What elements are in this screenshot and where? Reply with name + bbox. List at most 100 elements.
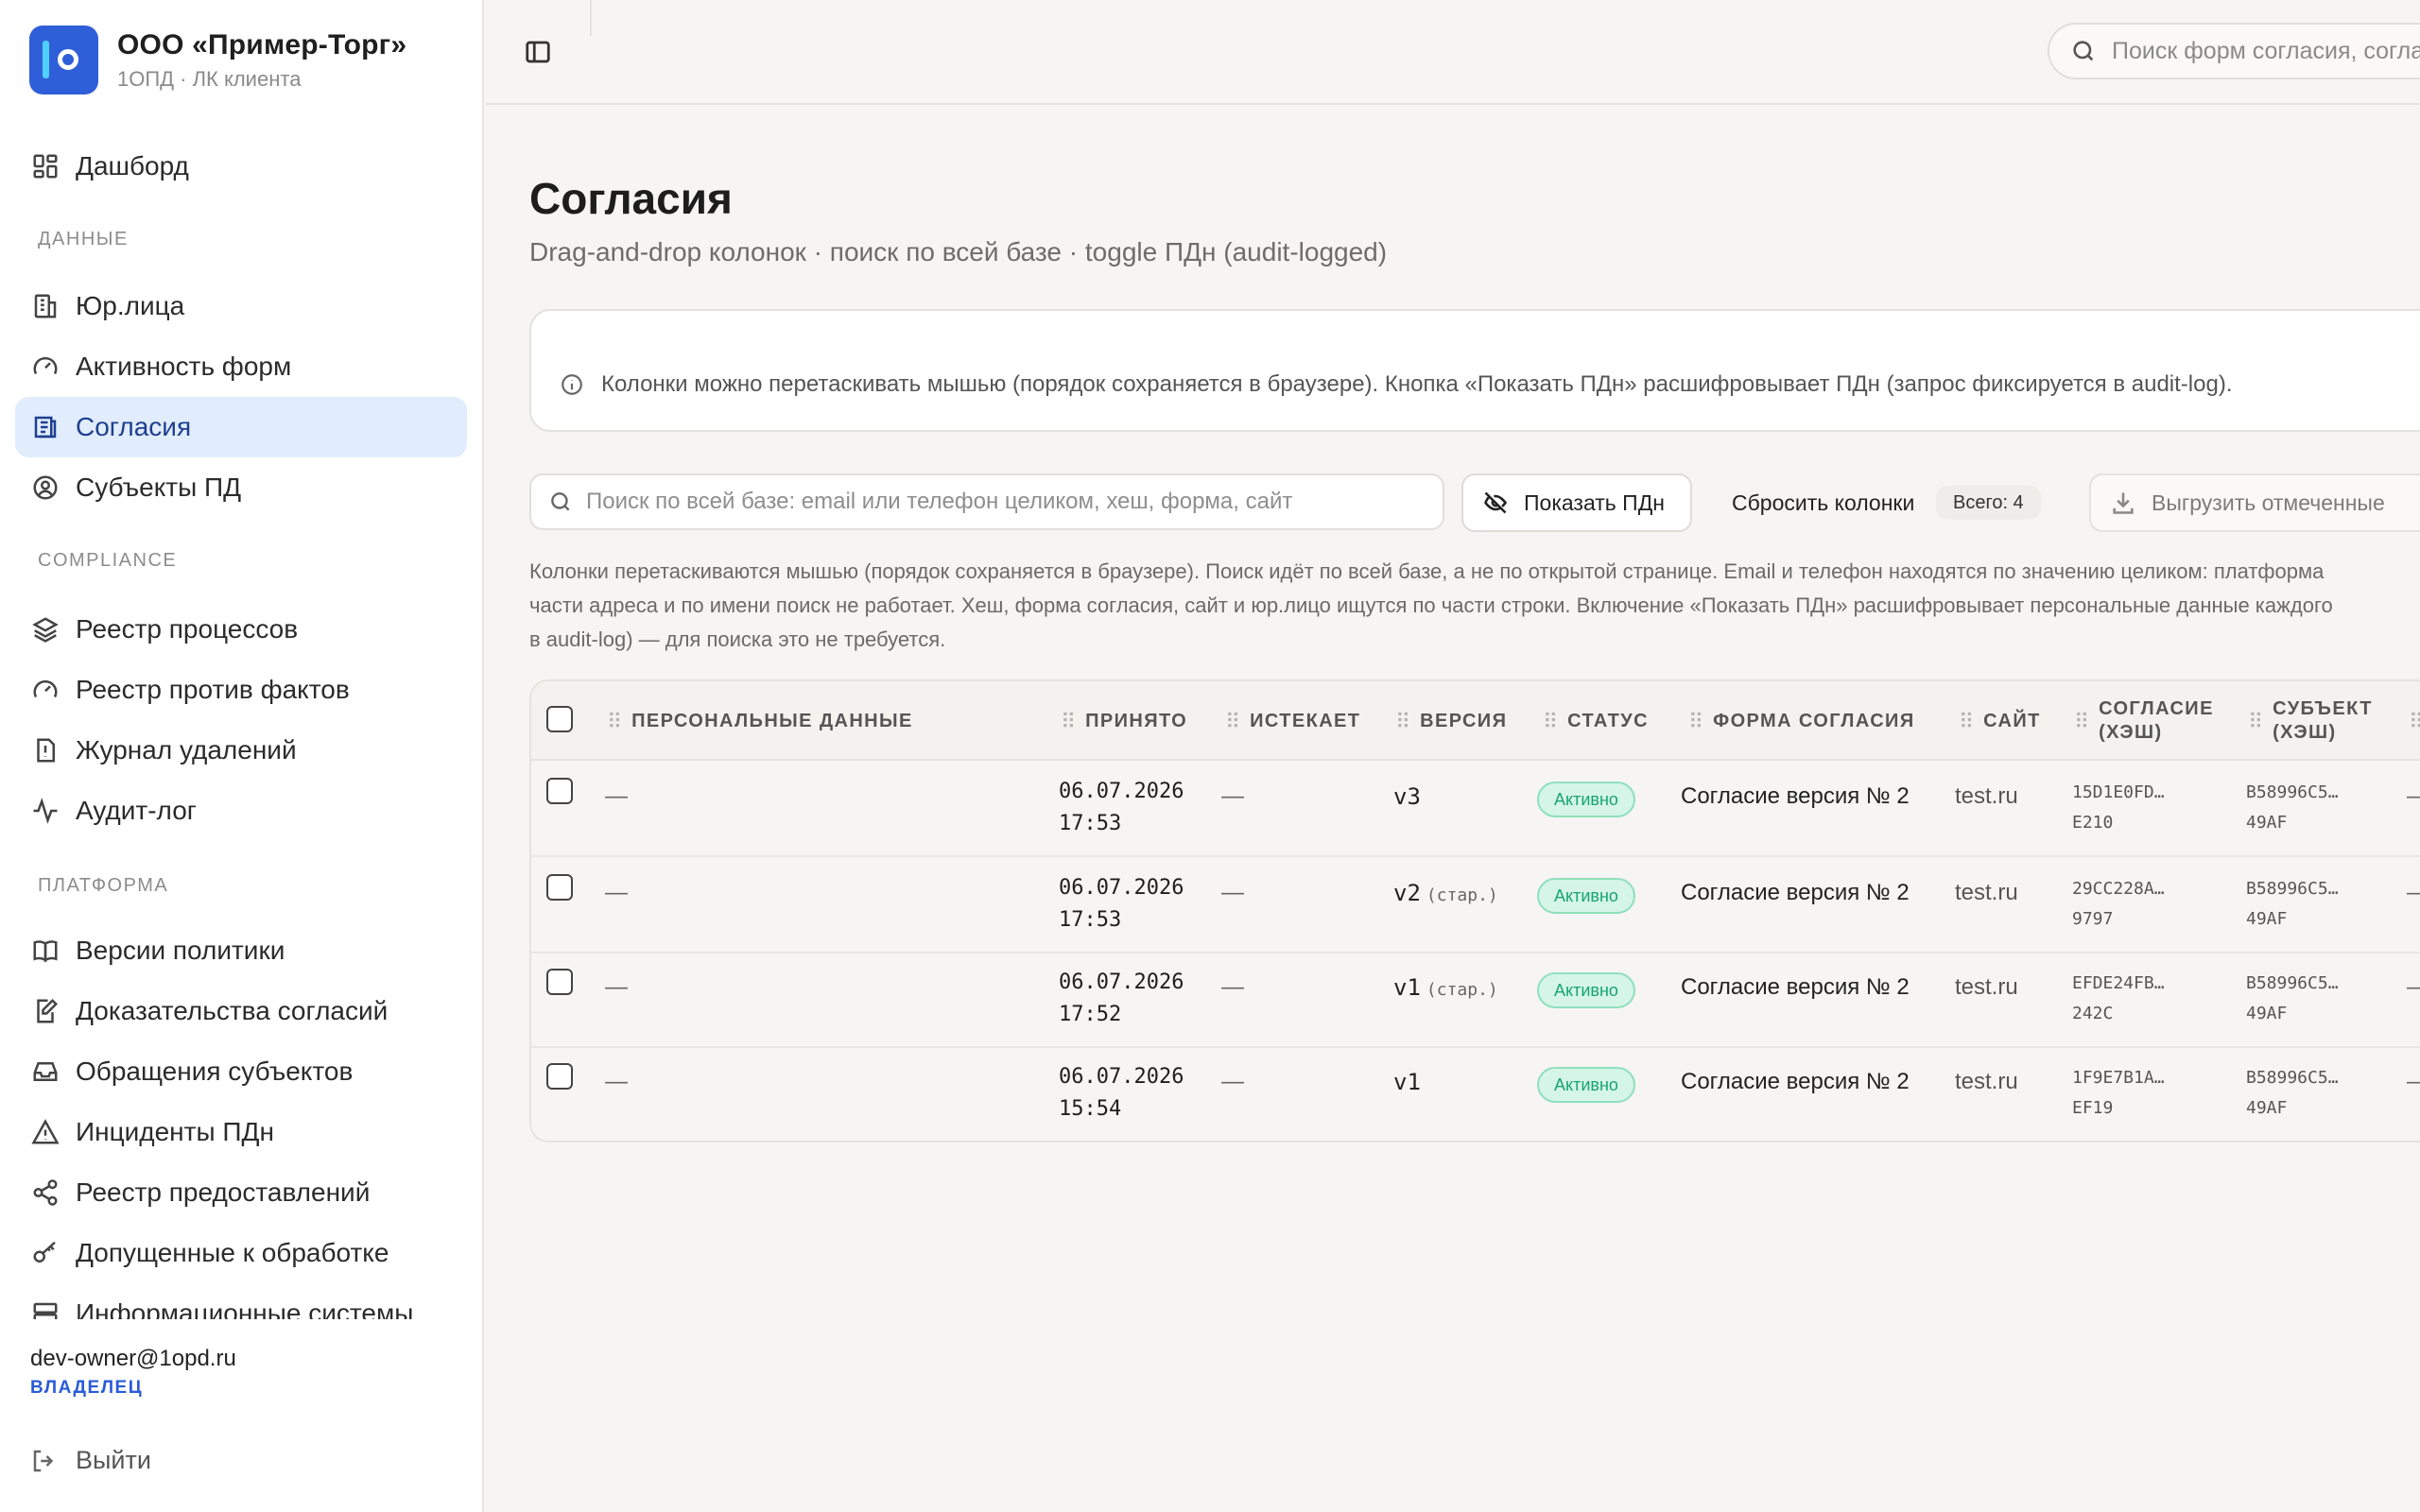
sidebar-toggle-button[interactable] [524,38,554,68]
sidebar-item-dashboard[interactable]: Дашборд [15,136,467,197]
sidebar-item-legal-entities[interactable]: Юр.лица [15,276,467,336]
cell-consent-hash-line2: 242C [2072,1004,2114,1023]
building-icon [30,291,60,321]
cell-extra: — [2407,783,2420,810]
drag-handle-icon[interactable]: ⠿ [1395,710,1410,733]
drag-handle-icon[interactable]: ⠿ [1225,710,1240,733]
column-header-form[interactable]: ⠿ ФОРМА СОГЛАСИЯ [1688,681,1915,761]
topbar [486,0,2420,105]
sidebar-item-pd-subjects[interactable]: Субъекты ПД [15,457,467,518]
sidebar: ООО «Пример-Торг» 1ОПД · ЛК клиента Дашб… [0,0,484,1512]
download-icon [2113,492,2134,514]
drag-handle-icon[interactable]: ⠿ [1688,710,1703,733]
warning-icon [30,1117,60,1147]
cell-consent-hash-line1: EFDE24FB… [2072,973,2165,993]
cell-accepted-time: 17:53 [1059,908,1122,932]
status-badge: Активно [1537,1067,1635,1103]
cell-accepted: 06.07.2026 17:53 [1059,776,1184,840]
table-row[interactable]: — 06.07.2026 17:52 — v1 (стар.) Активно С… [531,954,2420,1048]
sidebar-item-registry-vs-facts[interactable]: Реестр против фактов [15,660,467,720]
column-header-subject-hash[interactable]: ⠿ СУБЪЕКТ (ХЭШ) [2248,681,2373,761]
global-search[interactable] [2048,23,2420,79]
user-circle-icon [30,472,60,503]
cell-accepted: 06.07.2026 17:53 [1059,872,1184,936]
drag-handle-icon[interactable]: ⠿ [2248,710,2263,733]
column-header-label: СОГЛАСИЕ (ХЭШ) [2099,697,2214,745]
cell-form: Согласие версия № 2 [1681,974,1910,1000]
sidebar-item-pd-incidents[interactable]: Инциденты ПДн [15,1102,467,1162]
consents-table: ⠿ ПЕРСОНАЛЬНЫЕ ДАННЫЕ ⠿ ПРИНЯТО ⠿ ИСТЕКА… [529,679,2420,1143]
file-edit-icon [30,996,60,1026]
cell-version: v1 [1393,1069,1426,1095]
cell-consent-hash: EFDE24FB… 242C [2072,969,2165,1029]
table-search[interactable] [529,473,1444,530]
column-header-site[interactable]: ⠿ САЙТ [1959,681,2041,761]
column-header-label-line2: (ХЭШ) [2099,722,2163,743]
column-header-more[interactable]: ⠿ [2409,681,2420,761]
cell-accepted: 06.07.2026 17:52 [1059,967,1184,1031]
cell-accepted-time: 17:53 [1059,812,1122,835]
info-text: Колонки можно перетаскивать мышью (поряд… [601,371,2233,397]
cell-consent-hash-line2: EF19 [2072,1098,2114,1118]
book-icon [30,936,60,966]
search-icon [2073,41,2094,61]
cell-expires: — [1221,783,1244,809]
column-header-expires[interactable]: ⠿ ИСТЕКАЕТ [1225,681,1360,761]
table-row[interactable]: — 06.07.2026 17:53 — v2 (стар.) Активно С… [531,859,2420,954]
status-badge: Активно [1537,782,1635,817]
server-icon [30,1298,60,1319]
cell-site: test.ru [1955,974,2018,1000]
column-header-accepted[interactable]: ⠿ ПРИНЯТО [1061,681,1187,761]
sidebar-item-consents[interactable]: Согласия [15,397,467,457]
cell-version: v3 [1393,783,1426,810]
reset-columns-button[interactable]: Сбросить колонки [1722,473,1921,532]
drag-handle-icon[interactable]: ⠿ [1959,710,1974,733]
drag-handle-icon[interactable]: ⠿ [2074,710,2089,733]
drag-handle-icon[interactable]: ⠿ [1061,710,1076,733]
cell-consent-hash: 29CC228A… 9797 [2072,874,2165,935]
sidebar-item-consent-evidence[interactable]: Доказательства согласий [15,981,467,1041]
row-checkbox[interactable] [546,969,573,995]
sidebar-item-policy-versions[interactable]: Версии политики [15,920,467,981]
sidebar-item-deletion-log[interactable]: Журнал удалений [15,720,467,781]
sidebar-item-subject-requests[interactable]: Обращения субъектов [15,1041,467,1102]
sidebar-item-information-systems[interactable]: Информационные системы [15,1283,467,1319]
status-badge: Активно [1537,972,1635,1008]
global-search-input[interactable] [2112,37,2420,65]
show-pd-button[interactable]: Показать ПДн [1461,473,1692,532]
column-header-pd[interactable]: ⠿ ПЕРСОНАЛЬНЫЕ ДАННЫЕ [607,681,913,761]
logout-button[interactable]: Выйти [30,1446,151,1475]
column-header-status[interactable]: ⠿ СТАТУС [1543,681,1649,761]
sidebar-item-process-registry[interactable]: Реестр процессов [15,599,467,660]
row-checkbox[interactable] [546,874,573,901]
column-header-consent-hash[interactable]: ⠿ СОГЛАСИЕ (ХЭШ) [2074,681,2214,761]
cell-expires: — [1221,974,1244,1000]
cell-subject-hash-line2: 49AF [2246,1004,2288,1023]
export-selected-button[interactable]: Выгрузить отмеченные [2089,473,2420,532]
row-checkbox[interactable] [546,778,573,804]
cell-subject-hash: B58996C5… 49AF [2246,969,2339,1029]
sidebar-item-label: Юр.лица [76,291,185,320]
sidebar-item-audit-log[interactable]: Аудит-лог [15,781,467,841]
sidebar-item-label: Аудит-лог [76,796,197,825]
cell-subject-hash-line2: 49AF [2246,909,2288,929]
sidebar-item-authorized-processors[interactable]: Допущенные к обработке [15,1223,467,1283]
table-row[interactable]: — 06.07.2026 15:54 — v1 Активно Согласие… [531,1048,2420,1141]
table-search-input[interactable] [586,489,1437,515]
sidebar-item-disclosure-registry[interactable]: Реестр предоставлений [15,1162,467,1223]
row-checkbox[interactable] [546,1063,573,1090]
info-card: Колонки можно перетаскивать мышью (поряд… [529,309,2420,432]
table-row[interactable]: — 06.07.2026 17:53 — v3 Активно Согласие… [531,763,2420,857]
sidebar-item-label: Реестр процессов [76,614,299,644]
cell-subject-hash: B58996C5… 49AF [2246,874,2339,935]
drag-handle-icon[interactable]: ⠿ [1543,710,1558,733]
select-all-checkbox[interactable] [546,706,573,732]
sidebar-nav-scroll[interactable]: Дашборд ДАННЫЕ Юр.лица Активность форм С… [0,0,484,1319]
column-header-version[interactable]: ⠿ ВЕРСИЯ [1395,681,1507,761]
show-pd-label: Показать ПДн [1524,490,1665,515]
logout-label: Выйти [76,1446,151,1474]
drag-handle-icon[interactable]: ⠿ [607,710,622,733]
drag-handle-icon[interactable]: ⠿ [2409,710,2420,733]
sidebar-item-form-activity[interactable]: Активность форм [15,336,467,397]
sidebar-item-label: Реестр предоставлений [76,1177,371,1207]
